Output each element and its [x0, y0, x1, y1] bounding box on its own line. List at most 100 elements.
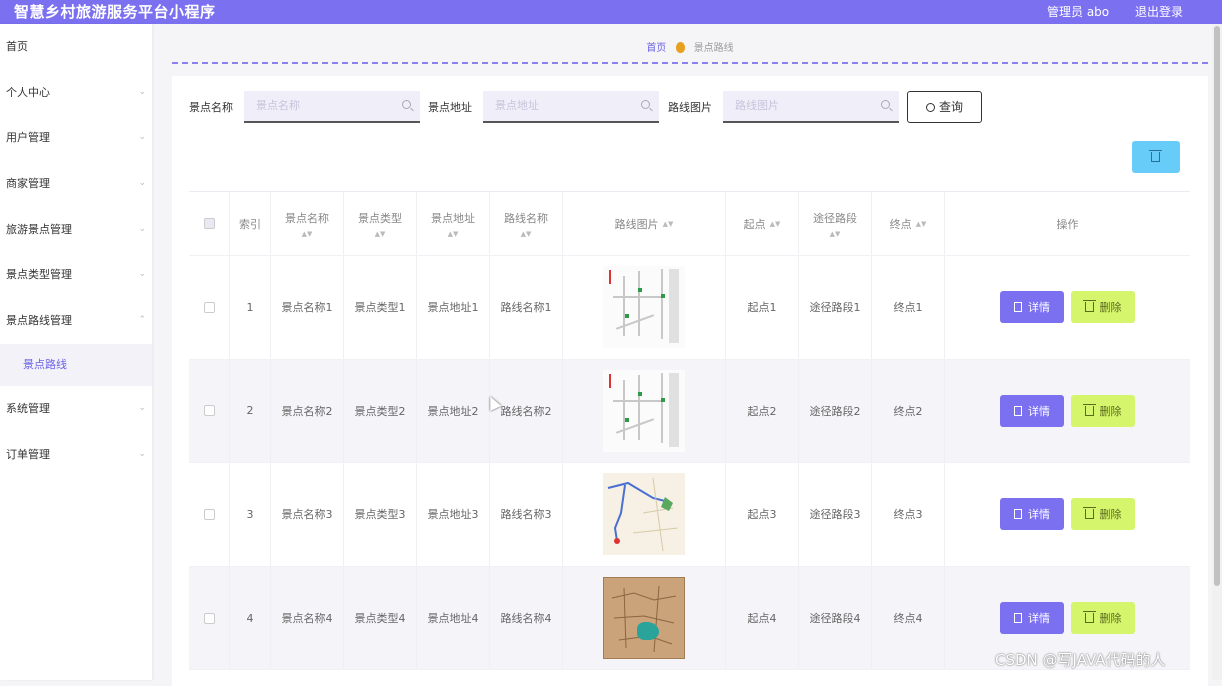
sort-icon[interactable]: ▲▼ [663, 220, 674, 228]
sidebar-item-order-management[interactable]: 订单管理 ⌄ [0, 432, 152, 478]
table-header-row: 索引 景点名称 ▲▼ 景点类型 ▲▼ 景点地址 ▲▼ 路线名称 ▲▼ 路线图片 ▲▼ 起点… [189, 192, 1190, 256]
select-all-checkbox[interactable] [203, 218, 215, 229]
start-cell: 起点4 [726, 566, 799, 670]
row-checkbox[interactable] [203, 508, 215, 520]
header-cell[interactable]: 景点地址 ▲▼ [417, 192, 490, 255]
sidebar-item-system-management[interactable]: 系统管理 ⌄ [0, 386, 152, 432]
via-cell: 途径路段2 [799, 359, 872, 463]
sidebar-item-label: 系统管理 [6, 401, 50, 415]
header-cell[interactable]: 途径路段 ▲▼ [799, 192, 872, 255]
header-cell[interactable]: 路线图片 ▲▼ [563, 192, 726, 255]
sidebar-item-user-management[interactable]: 用户管理 ⌄ [0, 115, 152, 161]
delete-button[interactable]: 删除 [1071, 602, 1135, 635]
route-map-thumbnail [603, 266, 685, 349]
sidebar-item-personal-center[interactable]: 个人中心 ⌄ [0, 70, 152, 116]
index-cell: 4 [230, 566, 271, 670]
sidebar-item-merchant-management[interactable]: 商家管理 ⌄ [0, 161, 152, 207]
chevron-down-icon: ⌄ [138, 402, 146, 413]
search-label-address: 景点地址 [428, 101, 472, 114]
header-cell[interactable]: 终点 ▲▼ [872, 192, 945, 255]
sidebar-item-label: 订单管理 [6, 447, 50, 461]
detail-button[interactable]: 详情 [1000, 291, 1064, 324]
row-checkbox[interactable] [203, 301, 215, 313]
chevron-up-icon: ⌃ [138, 315, 146, 326]
breadcrumb-home-link[interactable]: 首页 [646, 43, 666, 54]
route-image-cell [563, 359, 726, 463]
sidebar-subitem-attraction-routes[interactable]: 景点路线 [0, 343, 152, 386]
sidebar-item-home[interactable]: 首页 [0, 24, 152, 70]
sort-icon[interactable]: ▲▼ [302, 230, 313, 238]
header-label: 索引 [239, 217, 261, 231]
header-cell[interactable]: 景点名称 ▲▼ [271, 192, 344, 255]
sort-icon[interactable]: ▲▼ [448, 230, 459, 238]
header-cell[interactable]: 起点 ▲▼ [726, 192, 799, 255]
breadcrumb-current: 景点路线 [693, 43, 734, 54]
search-icon [925, 103, 935, 112]
sidebar-item-attraction-type-management[interactable]: 景点类型管理 ⌄ [0, 252, 152, 298]
header-cell[interactable]: 景点类型 ▲▼ [344, 192, 417, 255]
row-checkbox-cell [189, 359, 230, 463]
sort-icon[interactable]: ▲▼ [830, 230, 841, 238]
search-input-name[interactable] [244, 91, 394, 119]
search-input-route-image[interactable] [723, 91, 873, 119]
scrollbar-thumb[interactable] [1214, 26, 1220, 586]
search-icon [881, 100, 890, 109]
sidebar-item-attraction-management[interactable]: 旅游景点管理 ⌄ [0, 207, 152, 253]
sidebar-item-label: 景点路线管理 [6, 314, 72, 328]
route-image-cell [563, 566, 726, 670]
header-label: 路线名称 [504, 211, 548, 225]
query-button[interactable]: 查询 [907, 91, 982, 123]
chevron-down-icon: ⌄ [138, 269, 146, 280]
header-label: 景点类型 [358, 211, 402, 225]
index-cell: 1 [230, 256, 271, 359]
index-cell: 3 [230, 463, 271, 566]
sort-icon[interactable]: ▲▼ [770, 220, 781, 228]
route-image-cell [563, 256, 726, 359]
delete-button[interactable]: 删除 [1071, 498, 1135, 531]
name-cell: 景点名称4 [271, 566, 344, 670]
sort-icon[interactable]: ▲▼ [521, 230, 532, 238]
row-checkbox-cell [189, 566, 230, 670]
detail-button[interactable]: 详情 [1000, 498, 1064, 531]
sidebar-item-route-management[interactable]: 景点路线管理 ⌃ [0, 298, 152, 344]
breadcrumb: 首页 景点路线 [172, 24, 1208, 64]
address-cell: 景点地址1 [417, 256, 490, 359]
app-title: 智慧乡村旅游服务平台小程序 [14, 3, 216, 21]
actions-cell: 详情 删除 [945, 463, 1190, 566]
search-icon [641, 100, 650, 109]
detail-button[interactable]: 详情 [1000, 602, 1064, 635]
admin-user-label: 管理员 abo [1047, 5, 1110, 19]
header-cell: 操作 [945, 192, 1190, 255]
delete-button[interactable]: 删除 [1071, 394, 1135, 427]
logout-link[interactable]: 退出登录 [1135, 3, 1183, 20]
trash-icon [1149, 150, 1162, 162]
header-label: 途径路段 [813, 211, 857, 225]
page-scrollbar[interactable] [1212, 24, 1222, 680]
index-cell: 2 [230, 359, 271, 463]
detail-button[interactable]: 详情 [1000, 394, 1064, 427]
row-checkbox[interactable] [203, 405, 215, 417]
sort-icon[interactable]: ▲▼ [916, 220, 927, 228]
chevron-down-icon: ⌄ [138, 448, 146, 459]
row-checkbox[interactable] [203, 612, 215, 624]
delete-button-label: 删除 [1099, 404, 1122, 418]
start-cell: 起点3 [726, 463, 799, 566]
search-input-address[interactable] [483, 91, 633, 119]
end-cell: 终点3 [872, 463, 945, 566]
sort-icon[interactable]: ▲▼ [375, 230, 386, 238]
via-cell: 途径路段3 [799, 463, 872, 566]
table-row: 1 景点名称1 景点类型1 景点地址1 路线名称1 起点1 途径路段1 终点1 … [189, 256, 1190, 360]
delete-button-label: 删除 [1099, 508, 1122, 522]
trash-icon [1082, 300, 1096, 313]
delete-button[interactable]: 删除 [1071, 291, 1135, 324]
start-cell: 起点2 [726, 359, 799, 463]
search-input-address-wrapper [483, 91, 659, 123]
sidebar: 首页 个人中心 ⌄ 用户管理 ⌄ 商家管理 ⌄ 旅游景点管理 ⌄ 景点类型管理 ⌄ 景点路… [0, 24, 152, 680]
sidebar-item-label: 首页 [6, 40, 28, 53]
header-cell[interactable]: 路线名称 ▲▼ [490, 192, 563, 255]
type-cell: 景点类型4 [344, 566, 417, 670]
top-bar: 智慧乡村旅游服务平台小程序 管理员 abo 退出登录 [0, 0, 1222, 24]
header-select-all-cell [189, 192, 230, 255]
sidebar-item-label: 商家管理 [6, 177, 50, 191]
bulk-delete-button[interactable] [1132, 141, 1180, 173]
